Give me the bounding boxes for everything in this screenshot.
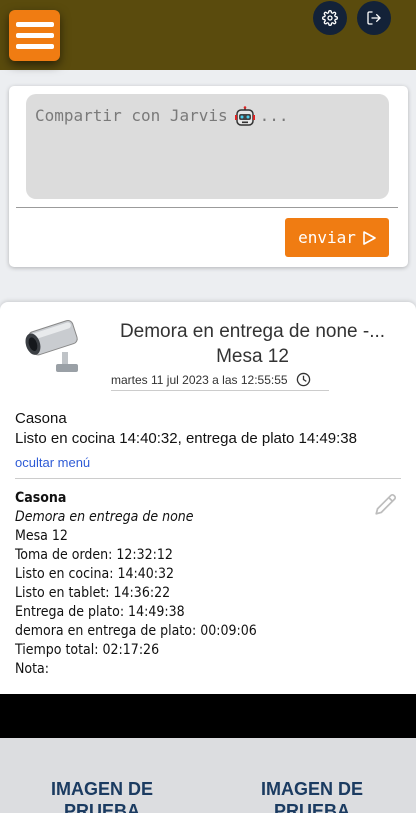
hide-menu-link[interactable]: ocultar menú xyxy=(15,455,90,470)
gear-icon xyxy=(322,10,338,26)
detail-kitchen-ready: Listo en cocina: 14:40:32 xyxy=(15,566,175,582)
clock-icon xyxy=(296,372,310,387)
share-card: Compartir con Jarvis ... enviar xyxy=(9,86,408,267)
logout-icon xyxy=(367,11,381,25)
alert-details: Casona Demora en entrega de none Mesa 12… xyxy=(15,489,355,679)
detail-place: Casona xyxy=(15,490,67,506)
share-placeholder-suffix: ... xyxy=(259,106,289,125)
alert-title: Demora en entrega de none -... xyxy=(119,321,386,342)
alert-subtitle: Mesa 12 xyxy=(216,346,289,367)
detail-event: Demora en entrega de none xyxy=(15,509,194,525)
black-band xyxy=(0,694,416,738)
detail-table: Mesa 12 xyxy=(15,528,68,544)
logout-button[interactable] xyxy=(357,1,391,35)
pencil-icon[interactable] xyxy=(373,491,399,517)
detail-delivery-delay: demora en entrega de plato: 00:09:06 xyxy=(15,623,257,639)
share-placeholder-prefix: Compartir con Jarvis xyxy=(35,106,228,125)
hamburger-menu-icon-line xyxy=(15,33,54,38)
share-divider xyxy=(16,207,398,208)
gallery-item-label[interactable]: IMAGEN DE PRUEBA xyxy=(227,778,397,813)
send-button-label: enviar xyxy=(298,228,356,247)
section-divider xyxy=(15,478,401,479)
alert-date-divider xyxy=(111,390,329,391)
alert-card: Demora en entrega de none -... Mesa 12 m… xyxy=(0,302,416,694)
detail-total-time: Tiempo total: 02:17:26 xyxy=(15,642,160,658)
summary-text: Listo en cocina 14:40:32, entrega de pla… xyxy=(15,430,357,447)
detail-note: Nota: xyxy=(15,661,50,677)
hamburger-menu-button[interactable] xyxy=(9,10,60,61)
detail-order-time: Toma de orden: 12:32:12 xyxy=(15,547,173,563)
gallery-item-label[interactable]: IMAGEN DE PRUEBA xyxy=(17,778,187,813)
detail-tablet-ready: Listo en tablet: 14:36:22 xyxy=(15,585,171,601)
summary-place: Casona xyxy=(15,410,67,427)
hamburger-menu-icon-line xyxy=(15,44,54,49)
share-input[interactable]: Compartir con Jarvis ... xyxy=(26,94,389,199)
hamburger-menu-icon-line xyxy=(15,22,54,27)
send-button[interactable]: enviar xyxy=(285,218,389,257)
detail-plate-delivery: Entrega de plato: 14:49:38 xyxy=(15,604,185,620)
alert-date: martes 11 jul 2023 a las 12:55:55 xyxy=(111,372,326,387)
alert-date-text: martes 11 jul 2023 a las 12:55:55 xyxy=(111,372,288,387)
send-arrow-icon xyxy=(363,230,376,245)
top-bar xyxy=(0,0,416,70)
robot-icon xyxy=(234,106,255,126)
security-camera-icon xyxy=(22,316,88,382)
settings-button[interactable] xyxy=(313,1,347,35)
